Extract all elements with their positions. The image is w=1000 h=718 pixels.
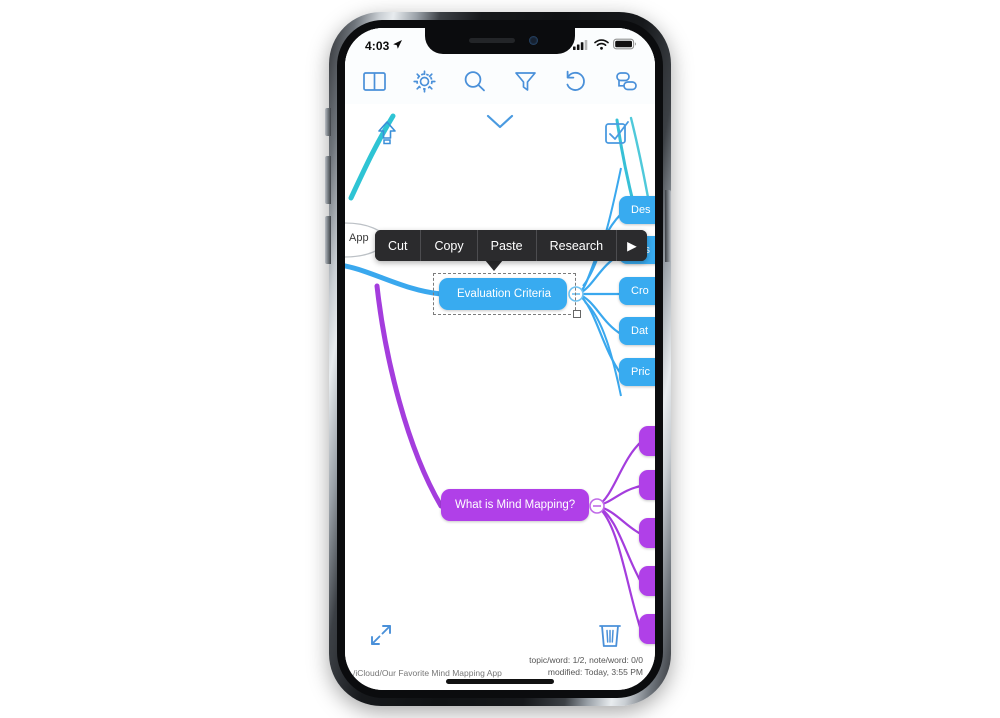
checkbox-checked-icon[interactable]	[603, 120, 631, 153]
trash-icon[interactable]	[597, 621, 623, 654]
mindmap-canvas[interactable]: App Evaluation Criteria Des Eas Cro Dat …	[345, 28, 655, 690]
earpiece-speaker	[469, 38, 515, 43]
context-menu-pointer	[485, 260, 503, 271]
context-menu-item-research[interactable]: Research	[536, 230, 618, 261]
home-indicator[interactable]	[446, 679, 554, 684]
gear-icon[interactable]	[411, 68, 438, 95]
topic-word-count: topic/word: 1/2, note/word: 0/0	[529, 655, 643, 665]
selection-bounding-box	[433, 273, 576, 315]
phone-screen: App Evaluation Criteria Des Eas Cro Dat …	[345, 28, 655, 690]
front-camera	[529, 36, 538, 45]
filter-icon[interactable]	[512, 68, 539, 95]
document-path-label: /iCloud/Our Favorite Mind Mapping App	[353, 668, 502, 678]
undo-icon[interactable]	[562, 68, 589, 95]
volume-down-button[interactable]	[325, 216, 331, 264]
status-time-text: 4:03	[365, 39, 390, 53]
bottom-bar: /iCloud/Our Favorite Mind Mapping App to…	[345, 618, 655, 690]
modified-timestamp: modified: Today, 3:55 PM	[547, 667, 643, 677]
chevron-down-icon[interactable]	[485, 113, 515, 136]
expand-arrows-icon[interactable]	[369, 623, 393, 652]
search-icon[interactable]	[461, 68, 488, 95]
outline-view-icon[interactable]	[361, 68, 388, 95]
status-indicators	[573, 37, 637, 55]
document-stats: topic/word: 1/2, note/word: 0/0 modified…	[529, 654, 643, 678]
wifi-icon	[594, 37, 609, 55]
context-menu[interactable]: Cut Copy Paste Research ▶	[375, 230, 647, 261]
power-button[interactable]	[665, 190, 671, 262]
mute-switch[interactable]	[325, 108, 331, 136]
resize-handle[interactable]	[573, 310, 581, 318]
status-time-group: 4:03	[365, 39, 403, 53]
volume-up-button[interactable]	[325, 156, 331, 204]
topic-nodes-icon[interactable]	[612, 68, 639, 95]
upload-arrow-icon[interactable]	[375, 120, 399, 151]
location-arrow-icon	[392, 39, 403, 53]
context-menu-item-cut[interactable]: Cut	[375, 230, 422, 261]
context-menu-more-arrow-icon[interactable]: ▶	[617, 230, 647, 261]
context-menu-item-paste[interactable]: Paste	[477, 230, 537, 261]
app-toolbar[interactable]	[345, 58, 655, 104]
battery-icon	[613, 37, 637, 55]
context-menu-item-copy[interactable]: Copy	[421, 230, 478, 261]
cellular-signal-icon	[573, 37, 590, 55]
device-notch	[425, 28, 575, 54]
